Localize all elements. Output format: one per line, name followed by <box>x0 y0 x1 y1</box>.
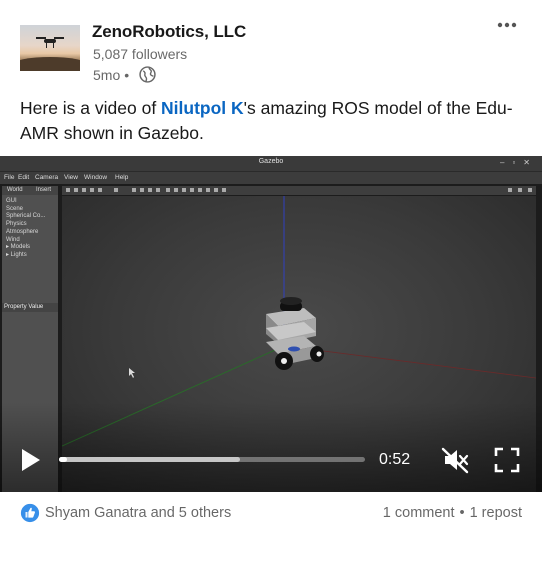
gazebo-property-header: Property Value <box>2 303 58 312</box>
globe-icon <box>139 66 156 83</box>
gazebo-menu-file: File <box>4 174 15 181</box>
reactions-summary[interactable]: Shyam Ganatra and 5 others <box>20 503 231 523</box>
company-name[interactable]: ZenoRobotics, LLC <box>92 22 246 42</box>
time-remaining: 0:52 <box>379 451 411 468</box>
post-time: 5mo <box>93 66 121 83</box>
gazebo-menu-window: Window <box>84 174 108 181</box>
social-counts: 1 comment • 1 repost <box>383 505 522 521</box>
gazebo-menubar: File Edit Camera View Window Help <box>0 172 542 184</box>
mute-button[interactable] <box>440 446 470 474</box>
volume-muted-icon <box>441 447 469 474</box>
play-button[interactable] <box>18 446 44 474</box>
gazebo-tree: GUI Scene Spherical Co... Physics Atmosp… <box>6 198 45 260</box>
post-meta: 5mo • <box>93 66 156 83</box>
gazebo-tab-world: World <box>7 187 23 193</box>
meta-separator: • <box>124 66 130 83</box>
more-horizontal-icon <box>497 22 517 28</box>
more-options-button[interactable] <box>496 14 518 36</box>
progress-buffered <box>59 457 240 462</box>
gazebo-tab-insert: Insert <box>36 187 52 193</box>
gazebo-menu-help: Help <box>115 174 129 181</box>
logo-hill <box>20 57 80 71</box>
reactions-text: Shyam Ganatra and 5 others <box>45 505 232 521</box>
company-logo[interactable] <box>20 25 80 71</box>
gazebo-tree-item: ▸ Models <box>6 244 31 251</box>
like-icon <box>20 503 40 523</box>
play-icon <box>22 449 40 471</box>
gazebo-tree-item: GUI <box>6 198 17 204</box>
follower-count: 5,087 followers <box>93 46 188 62</box>
gazebo-window-buttons: –▫✕ <box>500 158 538 167</box>
gazebo-menu-edit: Edit <box>18 174 30 181</box>
gazebo-tree-item: Physics <box>6 221 27 228</box>
gazebo-toolbar <box>62 186 536 195</box>
drone-leg-left <box>46 43 47 48</box>
fullscreen-button[interactable] <box>493 446 521 474</box>
progress-bar[interactable] <box>59 457 365 462</box>
gazebo-tree-item: Spherical Co... <box>6 213 46 220</box>
comments-count-link[interactable]: 1 comment <box>383 505 455 521</box>
counts-separator: • <box>459 505 465 521</box>
progress-played <box>59 457 67 462</box>
gazebo-tree-item: ▸ Lights <box>6 251 27 258</box>
gazebo-tree-item: Atmosphere <box>6 228 39 235</box>
gazebo-tabs: World Insert <box>2 186 58 195</box>
fullscreen-icon <box>494 447 520 473</box>
video-player[interactable]: Gazebo –▫✕ File Edit Camera View Window … <box>0 156 542 492</box>
gazebo-tree-item: Scene <box>6 205 24 212</box>
gazebo-menu-camera: Camera <box>35 174 59 181</box>
post-text-before: Here is a video of <box>20 98 162 118</box>
gazebo-tree-item: Wind <box>6 236 20 243</box>
drone-leg-right <box>53 43 54 48</box>
gazebo-window-title: Gazebo <box>258 158 284 165</box>
reposts-count-link[interactable]: 1 repost <box>470 505 522 521</box>
post-text: Here is a video of Nilutpol K's amazing … <box>20 96 520 146</box>
gazebo-menu-view: View <box>64 174 78 181</box>
gazebo-titlebar: Gazebo –▫✕ <box>0 156 542 172</box>
mention-link[interactable]: Nilutpol K <box>161 98 244 118</box>
